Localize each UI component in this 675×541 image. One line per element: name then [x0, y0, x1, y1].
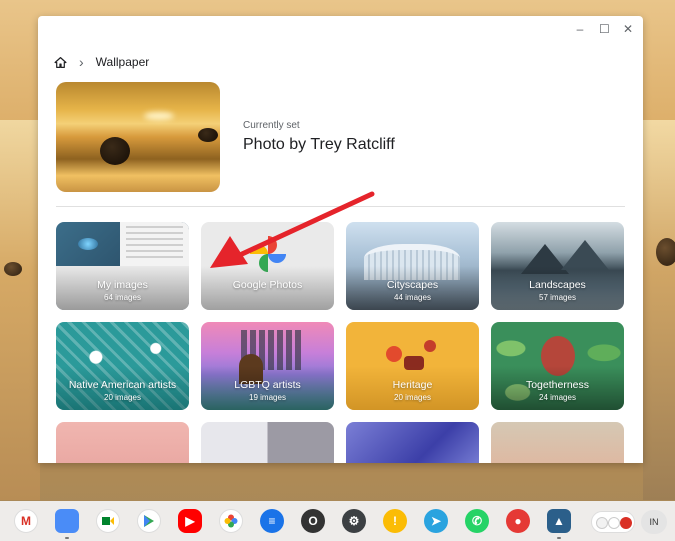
launcher-icon[interactable]: O — [301, 509, 325, 533]
files-icon[interactable] — [55, 509, 79, 533]
collection-tile[interactable] — [201, 422, 334, 463]
google-photos-icon[interactable] — [219, 509, 243, 533]
collection-count: 19 images — [249, 393, 286, 402]
keep-icon[interactable]: ! — [383, 509, 407, 533]
current-wallpaper-title: Photo by Trey Ratcliff — [243, 136, 395, 153]
collection-name: Togetherness — [525, 379, 590, 391]
messages-icon[interactable]: ≡ — [260, 509, 284, 533]
collection-name: Heritage — [392, 379, 433, 391]
currently-set-label: Currently set — [243, 120, 300, 131]
collection-count: 24 images — [539, 393, 576, 402]
maximize-button[interactable]: ☐ — [599, 22, 610, 36]
breadcrumb-current: Wallpaper — [95, 55, 150, 69]
current-wallpaper-thumbnail[interactable] — [56, 82, 220, 192]
collection-count: 44 images — [394, 293, 431, 302]
chevron-right-icon: › — [79, 54, 84, 70]
collection-count: 64 images — [104, 293, 141, 302]
ime-indicator[interactable]: IN — [641, 510, 667, 534]
collection-tile[interactable] — [491, 422, 624, 463]
annotation-arrow — [210, 191, 375, 268]
minimize-button[interactable]: – — [575, 22, 585, 36]
collection-count: 20 images — [394, 393, 431, 402]
telegram-icon[interactable]: ➤ — [424, 509, 448, 533]
collection-togetherness[interactable]: Togetherness 24 images — [491, 322, 624, 410]
collection-lgbtq-artists[interactable]: LGBTQ artists 19 images — [201, 322, 334, 410]
close-button[interactable]: ✕ — [623, 22, 633, 36]
collection-name: Cityscapes — [386, 279, 439, 291]
play-store-icon[interactable] — [137, 509, 161, 533]
collection-tile[interactable] — [56, 422, 189, 463]
meet-icon[interactable] — [96, 509, 120, 533]
youtube-icon[interactable]: ▶ — [178, 509, 202, 533]
paint-icon[interactable]: ● — [506, 509, 530, 533]
collection-heritage[interactable]: Heritage 20 images — [346, 322, 479, 410]
wallpaper-app-window: – ☐ ✕ › Wallpaper Currently set Photo by… — [38, 16, 643, 463]
collection-name: My images — [97, 279, 148, 291]
collection-landscapes[interactable]: Landscapes 57 images — [491, 222, 624, 310]
collection-name: Native American artists — [68, 379, 177, 391]
current-wallpaper-preview[interactable] — [56, 82, 220, 192]
collection-name: Google Photos — [232, 279, 303, 291]
collection-name: Landscapes — [529, 279, 586, 291]
wallpaper-app-icon[interactable]: ▲ — [547, 509, 571, 533]
breadcrumb: › Wallpaper — [54, 54, 149, 70]
shelf: M ▶ ≡ O ⚙ ! ➤ ✆ ● ▲ IN — [0, 501, 675, 541]
window-controls: – ☐ ✕ — [575, 22, 633, 36]
collection-name: LGBTQ artists — [234, 379, 301, 391]
collection-native-american-artists[interactable]: Native American artists 20 images — [56, 322, 189, 410]
whatsapp-icon[interactable]: ✆ — [465, 509, 489, 533]
home-icon[interactable] — [54, 56, 67, 69]
settings-icon[interactable]: ⚙ — [342, 509, 366, 533]
collection-tile[interactable] — [346, 422, 479, 463]
status-tray[interactable] — [591, 511, 635, 533]
collection-count: 20 images — [104, 393, 141, 402]
gmail-icon[interactable]: M — [14, 509, 38, 533]
collection-my-images[interactable]: My images 64 images — [56, 222, 189, 310]
collection-count: 57 images — [539, 293, 576, 302]
